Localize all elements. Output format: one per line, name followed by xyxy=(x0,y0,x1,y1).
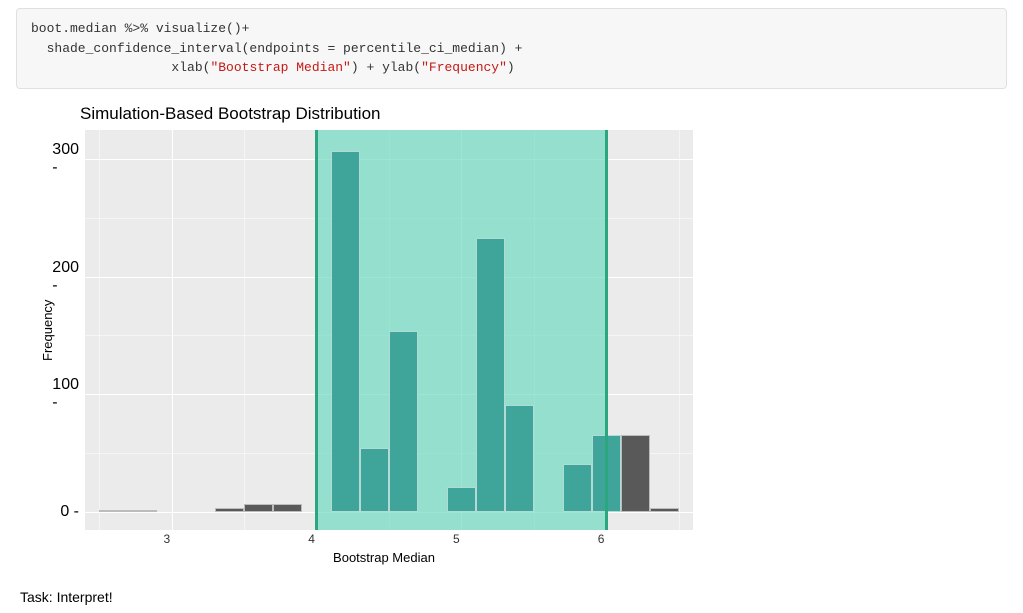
histogram-bar xyxy=(447,487,476,512)
code-line-2: shade_confidence_interval(endpoints = pe… xyxy=(31,41,522,56)
x-tick-label: 6 xyxy=(598,532,605,546)
histogram-bar xyxy=(244,504,273,512)
y-tick-label: 100 - xyxy=(52,376,79,412)
y-axis: 0 - 100 - 200 - 300 - xyxy=(55,130,85,530)
histogram-bar xyxy=(128,510,157,512)
chart-container: Simulation-Based Bootstrap Distribution … xyxy=(36,104,1007,565)
y-tick-label: 0 - xyxy=(60,503,79,521)
histogram-bar xyxy=(563,464,592,512)
histogram-bar xyxy=(331,151,360,512)
histogram-bar xyxy=(621,435,650,511)
y-tick-label: 200 - xyxy=(52,259,79,295)
code-block: boot.median %>% visualize()+ shade_confi… xyxy=(16,8,1007,89)
task-text: Task: Interpret! xyxy=(20,589,1007,605)
x-tick-label: 4 xyxy=(308,532,315,546)
x-tick-label: 5 xyxy=(453,532,460,546)
histogram-bar xyxy=(215,508,244,512)
ci-endpoint-line xyxy=(315,130,318,530)
code-string-1: "Bootstrap Median" xyxy=(210,60,350,75)
bars-layer xyxy=(85,130,693,530)
x-tick-label: 3 xyxy=(164,532,171,546)
ci-endpoint-line xyxy=(605,130,608,530)
code-string-2: "Frequency" xyxy=(421,60,507,75)
histogram-bar xyxy=(360,448,389,512)
histogram-bar xyxy=(273,504,302,512)
histogram-bar xyxy=(476,238,505,512)
y-axis-label: Frequency xyxy=(36,130,55,530)
x-axis: 3 4 5 6 xyxy=(80,530,688,548)
code-line-3-indent: xlab( xyxy=(31,60,210,75)
x-axis-label: Bootstrap Median xyxy=(80,550,688,565)
y-tick-label: 300 - xyxy=(52,141,79,177)
code-line-3-end: ) xyxy=(507,60,515,75)
code-line-3-mid: ) + ylab( xyxy=(351,60,421,75)
plot-panel xyxy=(85,130,693,530)
histogram-bar xyxy=(389,331,418,512)
histogram-bar xyxy=(650,508,679,512)
histogram-bar xyxy=(505,405,534,512)
histogram-bar xyxy=(99,510,128,512)
code-line-1: boot.median %>% visualize()+ xyxy=(31,21,249,36)
chart-title: Simulation-Based Bootstrap Distribution xyxy=(80,104,1007,124)
